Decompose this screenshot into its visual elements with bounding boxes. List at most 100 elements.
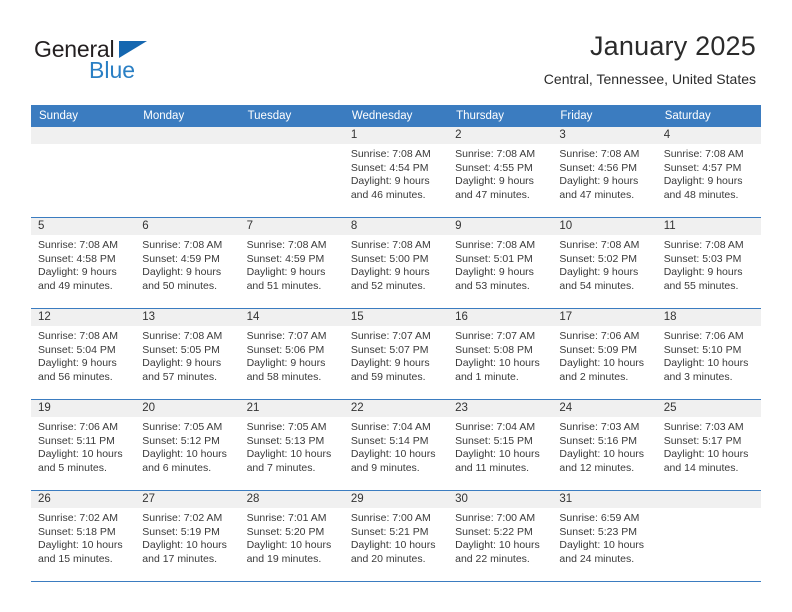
calendar-day-cell[interactable]: 8 Sunrise: 7:08 AM Sunset: 5:00 PM Daylight…	[343, 217, 449, 309]
sunrise-time: Sunrise: 7:08 AM	[142, 239, 223, 251]
calendar-day-cell[interactable]: 22 Sunrise: 7:04 AM Sunset: 5:14 PM Dayligh…	[343, 399, 449, 491]
sunrise-time: Sunrise: 7:00 AM	[350, 512, 431, 524]
sunrise-time: Sunrise: 7:08 AM	[350, 239, 431, 251]
calendar-day-cell[interactable]: 6 Sunrise: 7:08 AM Sunset: 4:59 PM Daylight…	[135, 217, 240, 309]
daylight-duration: Daylight: 10 hours and 6 minutes.	[142, 448, 227, 474]
day-details: Sunrise: 7:08 AM Sunset: 4:55 PM Daylight:…	[448, 144, 552, 202]
daylight-duration: Daylight: 10 hours and 24 minutes.	[559, 539, 645, 565]
calendar-day-cell[interactable]: 3 Sunrise: 7:08 AM Sunset: 4:56 PM Daylight…	[552, 127, 657, 218]
day-number: 24	[552, 400, 657, 417]
day-number: 5	[31, 218, 136, 235]
calendar-day-cell[interactable]: 15 Sunrise: 7:07 AM Sunset: 5:07 PM Dayligh…	[343, 308, 449, 400]
calendar-day-cell[interactable]: 10 Sunrise: 7:08 AM Sunset: 5:02 PM Dayligh…	[552, 217, 657, 309]
calendar-day-cell[interactable]: 13 Sunrise: 7:08 AM Sunset: 5:05 PM Dayligh…	[135, 308, 240, 400]
day-details: Sunrise: 7:02 AM Sunset: 5:19 PM Daylight:…	[135, 508, 239, 566]
calendar-day-cell[interactable]: 31 Sunrise: 6:59 AM Sunset: 5:23 PM Dayligh…	[552, 490, 657, 582]
daylight-duration: Daylight: 10 hours and 12 minutes.	[559, 448, 645, 474]
calendar-day-cell[interactable]: 14 Sunrise: 7:07 AM Sunset: 5:06 PM Dayligh…	[239, 308, 344, 400]
calendar-day-cell[interactable]: 18 Sunrise: 7:06 AM Sunset: 5:10 PM Dayligh…	[656, 308, 761, 400]
daylight-duration: Daylight: 9 hours and 46 minutes.	[350, 175, 430, 201]
logo-triangle-icon	[119, 41, 147, 58]
day-details: Sunrise: 7:03 AM Sunset: 5:17 PM Daylight:…	[657, 417, 761, 475]
sunrise-time: Sunrise: 7:03 AM	[663, 421, 744, 433]
sunset-time: Sunset: 5:12 PM	[142, 434, 220, 447]
calendar-day-cell[interactable]: 16 Sunrise: 7:07 AM Sunset: 5:08 PM Dayligh…	[448, 308, 553, 400]
daylight-duration: Daylight: 9 hours and 49 minutes.	[38, 266, 117, 292]
sunrise-time: Sunrise: 7:08 AM	[663, 239, 744, 251]
calendar-day-cell[interactable]: 2 Sunrise: 7:08 AM Sunset: 4:55 PM Daylight…	[448, 127, 553, 218]
daylight-duration: Daylight: 9 hours and 54 minutes.	[559, 266, 639, 292]
calendar-day-cell[interactable]: 9 Sunrise: 7:08 AM Sunset: 5:01 PM Daylight…	[448, 217, 553, 309]
calendar-day-cell[interactable]: 21 Sunrise: 7:05 AM Sunset: 5:13 PM Dayligh…	[239, 399, 344, 491]
day-details: Sunrise: 7:08 AM Sunset: 5:04 PM Daylight:…	[31, 326, 135, 384]
daylight-duration: Daylight: 10 hours and 9 minutes.	[350, 448, 436, 474]
sunrise-time: Sunrise: 7:08 AM	[142, 330, 223, 342]
daylight-duration: Daylight: 10 hours and 5 minutes.	[38, 448, 123, 474]
calendar-day-cell[interactable]: 26 Sunrise: 7:02 AM Sunset: 5:18 PM Dayligh…	[31, 490, 136, 582]
sunset-time: Sunset: 5:23 PM	[559, 525, 638, 538]
day-details: Sunrise: 7:08 AM Sunset: 4:57 PM Daylight:…	[657, 144, 761, 202]
day-details: Sunrise: 7:08 AM Sunset: 4:58 PM Daylight:…	[31, 235, 135, 293]
sunset-time: Sunset: 5:02 PM	[559, 252, 638, 265]
calendar-day-cell[interactable]: 1 Sunrise: 7:08 AM Sunset: 4:54 PM Daylight…	[343, 127, 449, 218]
weekday-header-thursday: Thursday	[448, 105, 553, 127]
page-subtitle: Central, Tennessee, United States	[543, 71, 756, 87]
sunset-time: Sunset: 5:22 PM	[455, 525, 533, 538]
day-details: Sunrise: 7:08 AM Sunset: 5:03 PM Daylight:…	[657, 235, 761, 293]
daylight-duration: Daylight: 10 hours and 19 minutes.	[246, 539, 332, 565]
sunrise-time: Sunrise: 7:08 AM	[455, 148, 536, 160]
day-details: Sunrise: 7:08 AM Sunset: 4:56 PM Daylight:…	[552, 144, 656, 202]
logo-text-blue: Blue	[89, 57, 136, 83]
calendar-day-cell[interactable]: 25 Sunrise: 7:03 AM Sunset: 5:17 PM Dayligh…	[656, 399, 761, 491]
calendar-day-cell[interactable]: 19 Sunrise: 7:06 AM Sunset: 5:11 PM Dayligh…	[31, 399, 136, 491]
day-details: Sunrise: 7:00 AM Sunset: 5:22 PM Daylight:…	[448, 508, 552, 566]
daylight-duration: Daylight: 10 hours and 2 minutes.	[559, 357, 645, 383]
day-number: 1	[343, 127, 449, 144]
calendar-day-cell[interactable]: 30 Sunrise: 7:00 AM Sunset: 5:22 PM Dayligh…	[448, 490, 553, 582]
calendar-day-cell[interactable]: 27 Sunrise: 7:02 AM Sunset: 5:19 PM Dayligh…	[135, 490, 240, 582]
calendar-cell-empty	[31, 127, 136, 218]
sunset-time: Sunset: 5:07 PM	[350, 343, 429, 356]
day-details: Sunrise: 7:07 AM Sunset: 5:07 PM Daylight:…	[344, 326, 448, 384]
calendar-cell-empty	[135, 127, 240, 218]
day-details: Sunrise: 7:08 AM Sunset: 4:59 PM Daylight:…	[240, 235, 344, 293]
calendar-day-cell[interactable]: 20 Sunrise: 7:05 AM Sunset: 5:12 PM Dayligh…	[135, 399, 240, 491]
day-details: Sunrise: 7:07 AM Sunset: 5:06 PM Daylight:…	[240, 326, 344, 384]
daylight-duration: Daylight: 10 hours and 1 minute.	[455, 357, 540, 383]
sunset-time: Sunset: 5:00 PM	[350, 252, 429, 265]
sunrise-time: Sunrise: 7:08 AM	[455, 239, 536, 251]
calendar-day-cell[interactable]: 17 Sunrise: 7:06 AM Sunset: 5:09 PM Dayligh…	[552, 308, 657, 400]
calendar-day-cell[interactable]: 23 Sunrise: 7:04 AM Sunset: 5:15 PM Dayligh…	[448, 399, 553, 491]
weekday-header-monday: Monday	[135, 105, 240, 127]
calendar-week-row: 5 Sunrise: 7:08 AM Sunset: 4:58 PM Daylight…	[31, 217, 761, 309]
calendar-day-cell[interactable]: 24 Sunrise: 7:03 AM Sunset: 5:16 PM Dayligh…	[552, 399, 657, 491]
page-header: General Blue January 2025 Central, Tenne…	[0, 0, 792, 100]
sunset-time: Sunset: 5:04 PM	[38, 343, 116, 356]
sunset-time: Sunset: 4:57 PM	[663, 161, 742, 174]
sunset-time: Sunset: 5:14 PM	[350, 434, 429, 447]
weekday-header-row: Sunday Monday Tuesday Wednesday Thursday…	[31, 105, 761, 127]
day-details: Sunrise: 7:04 AM Sunset: 5:14 PM Daylight:…	[344, 417, 448, 475]
calendar-day-cell[interactable]: 29 Sunrise: 7:00 AM Sunset: 5:21 PM Dayligh…	[343, 490, 449, 582]
calendar-day-cell[interactable]: 12 Sunrise: 7:08 AM Sunset: 5:04 PM Dayligh…	[31, 308, 136, 400]
calendar-day-cell[interactable]: 7 Sunrise: 7:08 AM Sunset: 4:59 PM Daylight…	[239, 217, 344, 309]
calendar-week-row: 26 Sunrise: 7:02 AM Sunset: 5:18 PM Dayligh…	[31, 490, 761, 582]
sunrise-time: Sunrise: 7:08 AM	[559, 148, 640, 160]
sunrise-time: Sunrise: 7:04 AM	[455, 421, 536, 433]
calendar-day-cell[interactable]: 4 Sunrise: 7:08 AM Sunset: 4:57 PM Daylight…	[656, 127, 761, 218]
calendar-day-cell[interactable]: 11 Sunrise: 7:08 AM Sunset: 5:03 PM Dayligh…	[656, 217, 761, 309]
day-number: 18	[656, 309, 761, 326]
day-details: Sunrise: 7:05 AM Sunset: 5:12 PM Daylight:…	[135, 417, 239, 475]
weekday-header-friday: Friday	[552, 105, 657, 127]
calendar-day-cell[interactable]: 28 Sunrise: 7:01 AM Sunset: 5:20 PM Dayligh…	[239, 490, 344, 582]
sunset-time: Sunset: 5:10 PM	[663, 343, 742, 356]
daylight-duration: Daylight: 9 hours and 58 minutes.	[246, 357, 326, 383]
general-blue-logo[interactable]: General Blue	[34, 36, 274, 86]
daylight-duration: Daylight: 9 hours and 47 minutes.	[455, 175, 534, 201]
sunrise-time: Sunrise: 7:04 AM	[350, 421, 431, 433]
day-number	[31, 127, 136, 144]
calendar-day-cell[interactable]: 5 Sunrise: 7:08 AM Sunset: 4:58 PM Daylight…	[31, 217, 136, 309]
daylight-duration: Daylight: 10 hours and 7 minutes.	[246, 448, 332, 474]
sunrise-sunset-calendar: Sunday Monday Tuesday Wednesday Thursday…	[31, 105, 761, 582]
day-number: 3	[552, 127, 657, 144]
